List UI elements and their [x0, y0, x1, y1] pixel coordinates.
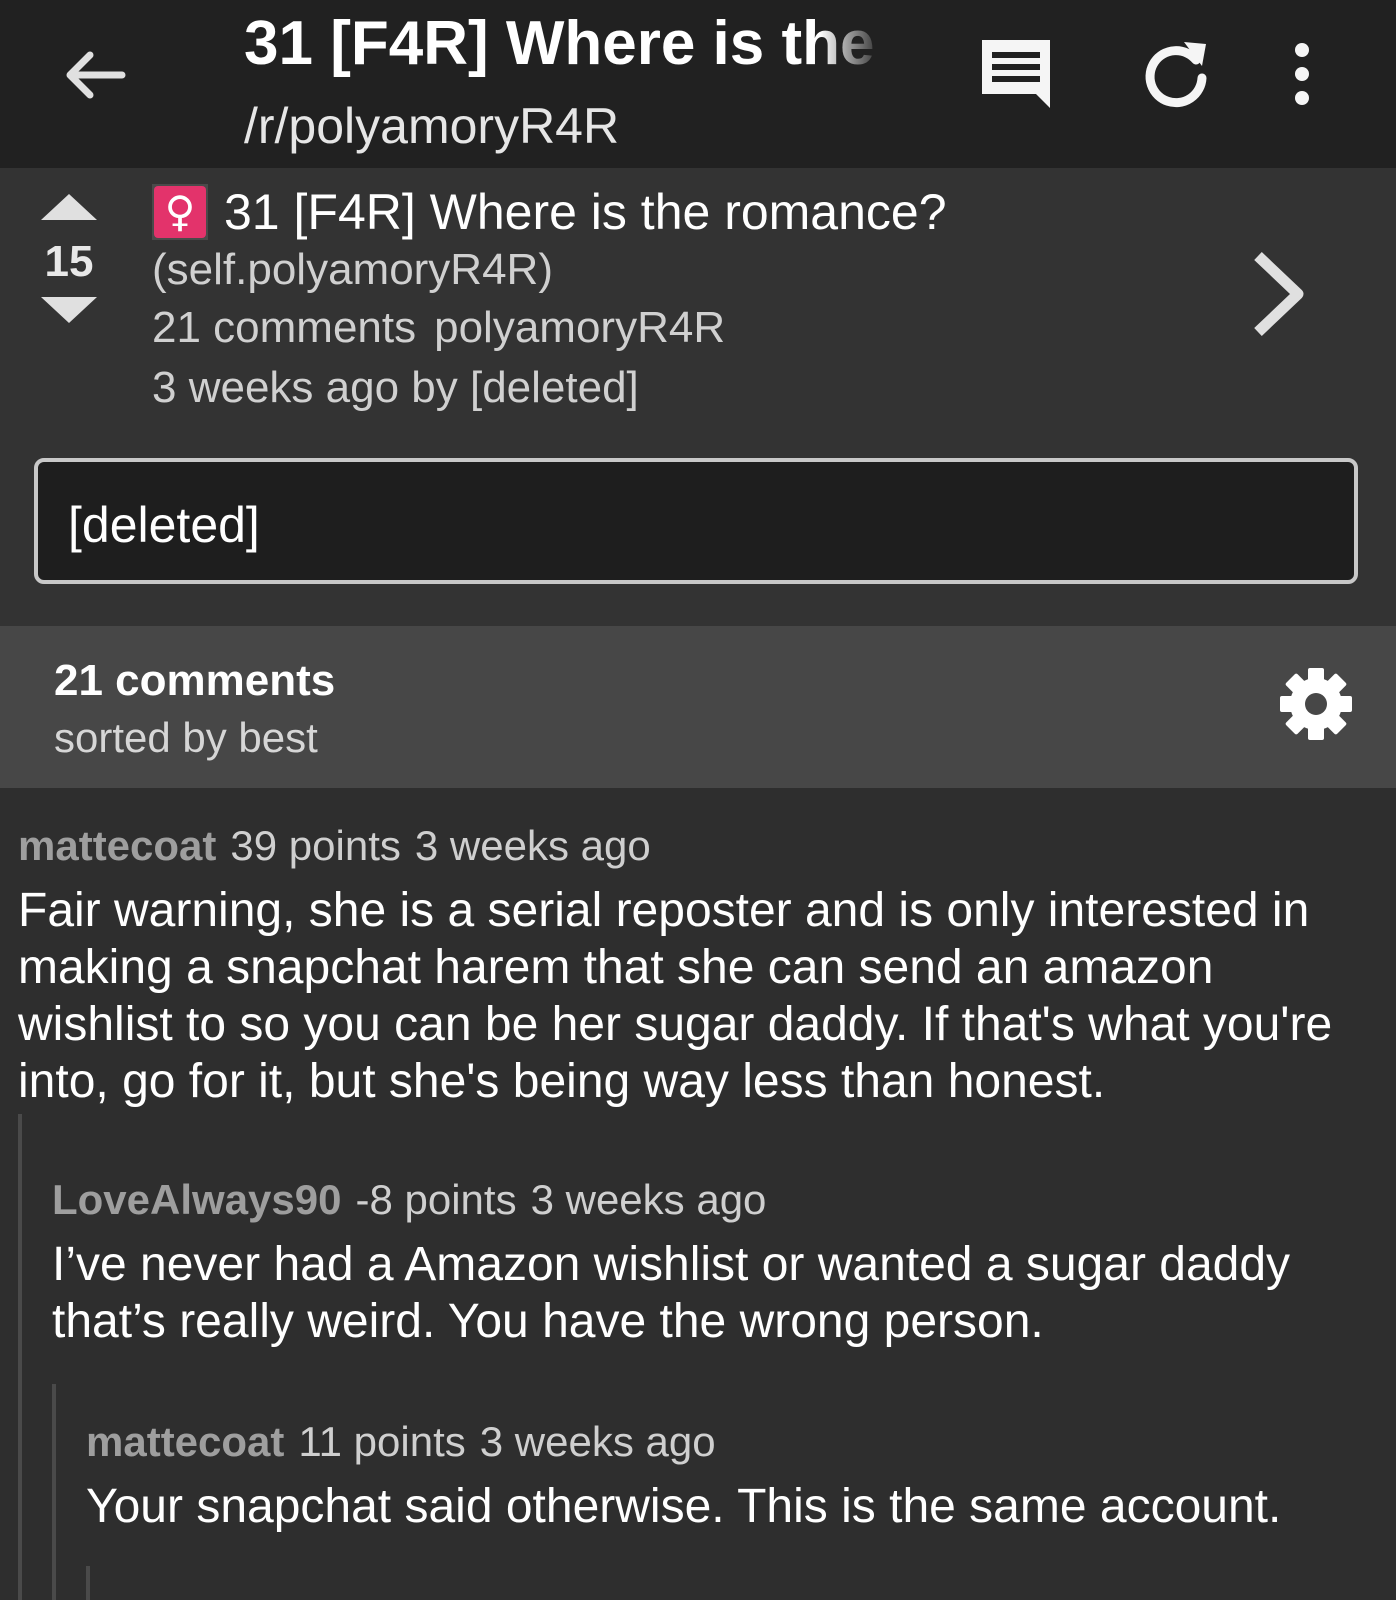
comment[interactable]: LoveAlways90 -8 points 3 weeks ago I’ve ne… — [52, 1172, 1352, 1350]
downvote-arrow-icon[interactable] — [41, 295, 97, 325]
comment-points: 39 points — [230, 822, 401, 869]
comment-author[interactable]: mattecoat — [18, 822, 216, 869]
back-arrow-icon[interactable] — [60, 40, 130, 110]
refresh-icon[interactable] — [1136, 34, 1216, 114]
comments-count: 21 comments — [54, 656, 336, 705]
thread-line-level-2[interactable] — [52, 1384, 56, 1600]
comment-author[interactable]: mattecoat — [86, 1418, 284, 1465]
comment-author[interactable]: LoveAlways90 — [52, 1176, 342, 1223]
comment[interactable]: mattecoat 39 points 3 weeks ago Fair warni… — [18, 818, 1378, 1110]
post-meta: ♀ 31 [F4R] Where is the romance? (self.p… — [152, 182, 1212, 418]
comment-points: -8 points — [355, 1176, 517, 1223]
post-title-row[interactable]: ♀ 31 [F4R] Where is the romance? — [152, 182, 1212, 242]
post-score: 15 — [44, 237, 94, 286]
comment[interactable]: mattecoat 11 points 3 weeks ago Your snapc… — [86, 1414, 1376, 1535]
comment-age: 3 weeks ago — [414, 822, 651, 869]
thread-line-level-1[interactable] — [18, 1114, 22, 1600]
comments-icon[interactable] — [976, 34, 1056, 114]
upvote-arrow-icon[interactable] — [41, 192, 97, 222]
comments-sort-label: sorted by best — [54, 714, 318, 761]
post-domain: (self.polyamoryR4R) — [152, 245, 553, 294]
top-app-bar: 31 [F4R] Where is the /r/polyamoryR4R — [0, 0, 1396, 168]
comment-body: Fair warning, she is a serial reposter a… — [18, 884, 1333, 1108]
comment-age: 3 weeks ago — [530, 1176, 767, 1223]
gear-icon[interactable] — [1276, 664, 1356, 744]
post-subreddit[interactable]: polyamoryR4R — [434, 303, 725, 352]
comment-body: Your snapchat said otherwise. This is th… — [86, 1480, 1282, 1533]
post-title: 31 [F4R] Where is the romance? — [224, 184, 947, 240]
comment-header: LoveAlways90 -8 points 3 weeks ago — [52, 1172, 1352, 1228]
vote-controls: 15 — [36, 192, 102, 330]
post-selftext: [deleted] — [34, 458, 1358, 584]
chevron-right-icon[interactable] — [1244, 244, 1314, 344]
header-title: 31 [F4R] Where is the — [244, 9, 875, 78]
post-stats: 21 comments polyamoryR4R — [152, 298, 1212, 358]
comment-age: 3 weeks ago — [479, 1418, 716, 1465]
post-flair: ♀ — [152, 184, 208, 240]
thread-line-level-3[interactable] — [86, 1566, 90, 1600]
post-age-author: 3 weeks ago by [deleted] — [152, 363, 639, 412]
post-card: 15 ♀ 31 [F4R] Where is the romance? (sel… — [0, 168, 1396, 626]
comments-header: 21 comments sorted by best — [0, 626, 1396, 788]
post-comment-count[interactable]: 21 comments — [152, 303, 416, 352]
comment-body: I’ve never had a Amazon wishlist or want… — [52, 1238, 1291, 1348]
comment-header: mattecoat 39 points 3 weeks ago — [18, 818, 1378, 874]
header-title-block: 31 [F4R] Where is the /r/polyamoryR4R — [244, 6, 884, 156]
female-symbol-icon: ♀ — [154, 186, 206, 238]
header-subreddit[interactable]: /r/polyamoryR4R — [244, 96, 884, 156]
comment-header: mattecoat 11 points 3 weeks ago — [86, 1414, 1376, 1470]
more-options-icon[interactable] — [1282, 34, 1322, 114]
comment-points: 11 points — [298, 1418, 466, 1465]
